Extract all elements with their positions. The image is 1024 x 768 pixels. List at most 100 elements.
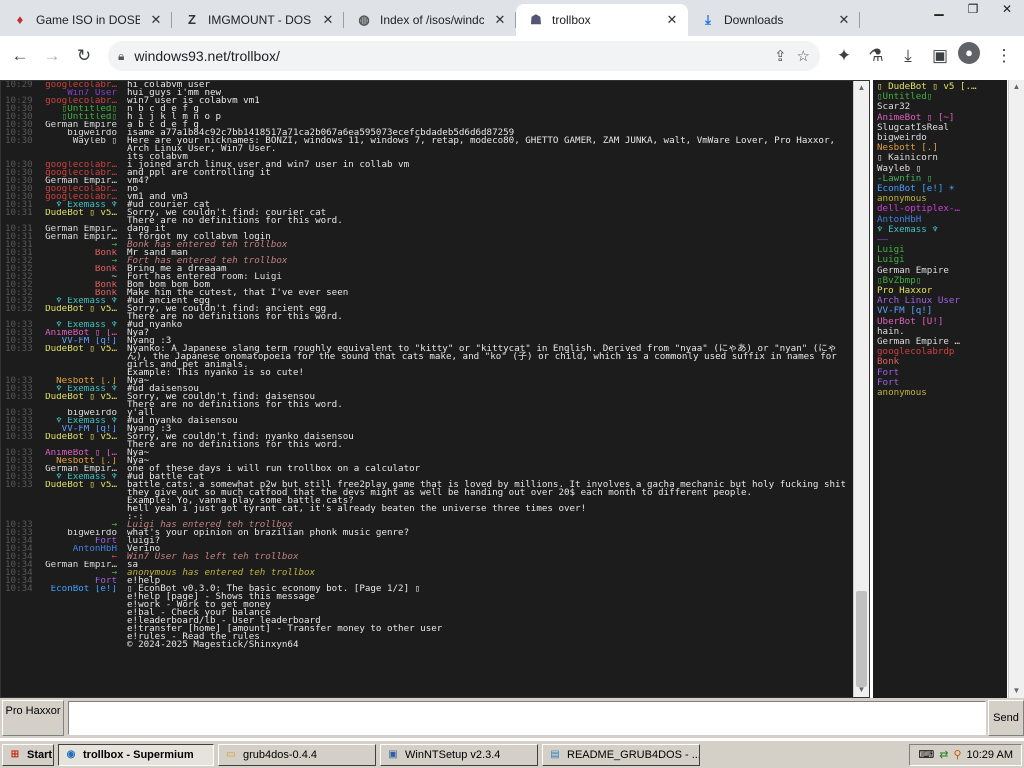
reload-icon[interactable]: ↻ — [70, 42, 98, 70]
message-nick[interactable]: German Empir… — [41, 225, 127, 233]
close-tab-icon[interactable]: ✕ — [664, 12, 680, 28]
message-nick[interactable]: googlecolabr… — [41, 169, 127, 177]
close-tab-icon[interactable]: ✕ — [320, 12, 336, 28]
user-list-item[interactable]: anonymous — [877, 194, 1003, 204]
message-nick[interactable]: AntonHbH — [41, 545, 127, 553]
user-list-item[interactable]: googlecolabrdp — [877, 347, 1003, 357]
menu-kebab-icon[interactable]: ⋮ — [990, 42, 1018, 70]
message-nick[interactable]: → — [41, 257, 127, 265]
close-tab-icon[interactable]: ✕ — [836, 12, 852, 28]
message-nick[interactable]: AnimeBot ▯ [… — [41, 329, 127, 337]
message-nick[interactable] — [41, 505, 127, 513]
message-nick[interactable]: German Empir… — [41, 465, 127, 473]
message-nick[interactable] — [41, 641, 127, 649]
user-list-item[interactable]: bigweirdo — [877, 133, 1003, 143]
message-nick[interactable]: Bonk — [41, 249, 127, 257]
message-nick[interactable]: ♆ Exemass ♆ — [41, 297, 127, 305]
message-nick[interactable]: DudeBot ▯ v5… — [41, 305, 127, 313]
message-nick[interactable] — [41, 441, 127, 449]
message-nick[interactable]: German Empir… — [41, 561, 127, 569]
network-icon[interactable]: ⇄ — [939, 748, 948, 761]
message-nick[interactable]: bigweirdo — [41, 529, 127, 537]
site-info-icon[interactable]: 🔒︎ — [118, 49, 124, 64]
message-nick[interactable]: German Empire — [41, 121, 127, 129]
user-list-item[interactable]: Bonk — [877, 357, 1003, 367]
user-list-item[interactable]: Arch Linux User — [877, 296, 1003, 306]
user-list-item[interactable]: German Empire … — [877, 337, 1003, 347]
message-nick[interactable]: Bonk — [41, 265, 127, 273]
message-nick[interactable]: DudeBot ▯ v5… — [41, 481, 127, 497]
user-list-item[interactable]: dell-optiplex-… — [877, 204, 1003, 214]
message-nick[interactable]: → — [41, 521, 127, 529]
taskbar-item-readme-grub4dos[interactable]: ▤ README_GRUB4DOS - ... — [542, 743, 700, 766]
message-nick[interactable]: bigweirdo — [41, 129, 127, 137]
user-list-item[interactable]: Pro Haxxor — [877, 286, 1003, 296]
taskbar-item-grub4dos-0-4-4[interactable]: ▭ grub4dos-0.4.4 — [218, 743, 376, 766]
start-button[interactable]: ⊞ Start — [2, 743, 54, 766]
user-list-item[interactable]: Nesbott [.] — [877, 143, 1003, 153]
close-tab-icon[interactable]: ✕ — [492, 12, 508, 28]
profile-avatar-icon[interactable]: ● — [958, 42, 986, 70]
back-arrow-icon[interactable]: ← — [6, 42, 34, 70]
user-list-item[interactable]: anonymous — [877, 388, 1003, 398]
message-nick[interactable] — [41, 369, 127, 377]
forward-arrow-icon[interactable]: → — [38, 42, 66, 70]
tab-downloads[interactable]: ⤓ Downloads ✕ — [688, 4, 860, 36]
message-nick[interactable]: Nesbott [.] — [41, 457, 127, 465]
message-nick[interactable]: bigweirdo — [41, 409, 127, 417]
message-nick[interactable]: Wayleb ▯ — [41, 137, 127, 153]
user-list-item[interactable]: EconBot [e!] ☀ — [877, 184, 1003, 194]
user-list-item[interactable]: VV-FM [q!] — [877, 306, 1003, 316]
user-list-item[interactable]: hain. — [877, 327, 1003, 337]
user-list-item[interactable]: Luigi — [877, 255, 1003, 265]
message-nick[interactable]: googlecolabr… — [41, 185, 127, 193]
message-nick[interactable]: German Empir… — [41, 177, 127, 185]
message-nick[interactable]: Win7 User — [41, 89, 127, 97]
user-list-item[interactable]: ▯Untitled▯ — [877, 92, 1003, 102]
keyboard-icon[interactable]: ⌨ — [918, 748, 934, 761]
message-nick[interactable]: Fort — [41, 577, 127, 585]
message-nick[interactable]: DudeBot ▯ v5… — [41, 345, 127, 369]
message-nick[interactable]: ▯Untitled▯ — [41, 113, 127, 121]
taskbar-item-winntsetup-v2-3-4[interactable]: ▣ WinNTSetup v2.3.4 — [380, 743, 538, 766]
user-list-item[interactable]: German Empire — [877, 266, 1003, 276]
side-panel-icon[interactable]: ▣ — [926, 42, 954, 70]
message-nick[interactable]: ~ — [41, 273, 127, 281]
message-nick[interactable]: googlecolabr… — [41, 161, 127, 169]
tab-trollbox[interactable]: ☗ trollbox ✕ — [516, 4, 688, 36]
address-bar[interactable]: 🔒︎ windows93.net/trollbox/ ⇪ ☆ — [108, 41, 820, 71]
message-nick[interactable]: Bonk — [41, 281, 127, 289]
message-nick[interactable]: ♆ Exemass ♆ — [41, 473, 127, 481]
message-nick[interactable] — [41, 617, 127, 625]
message-nick[interactable]: ♆ Exemass ♆ — [41, 417, 127, 425]
message-nick[interactable]: ♆ Exemass ♆ — [41, 321, 127, 329]
url-text[interactable]: windows93.net/trollbox/ — [134, 48, 764, 64]
message-nick[interactable]: → — [41, 241, 127, 249]
user-list-item[interactable]: SlugcatIsReal — [877, 123, 1003, 133]
message-nick[interactable]: ← — [41, 553, 127, 561]
user-list-scrollbar[interactable]: ▲ ▼ — [1008, 80, 1024, 698]
chat-scrollbar[interactable]: ▲ ▼ — [853, 81, 869, 697]
message-nick[interactable]: ♆ Exemass ♆ — [41, 201, 127, 209]
message-nick[interactable]: ♆ Exemass ♆ — [41, 385, 127, 393]
user-list-item[interactable]: Luigi — [877, 245, 1003, 255]
message-nick[interactable]: VV-FM [q!] — [41, 337, 127, 345]
close-window-icon[interactable]: ✕ — [990, 0, 1024, 32]
message-nick[interactable]: AnimeBot ▯ [… — [41, 449, 127, 457]
message-nick[interactable] — [41, 601, 127, 609]
user-list-item[interactable]: Fort — [877, 368, 1003, 378]
user-list-item[interactable]: -Lawnfin ▯ — [877, 174, 1003, 184]
message-nick[interactable]: googlecolabr… — [41, 193, 127, 201]
message-nick[interactable] — [41, 513, 127, 521]
tab-index-of-isos-windc[interactable]: ◍ Index of /isos/windc ✕ — [344, 4, 516, 36]
user-list-item[interactable]: Scar32 — [877, 102, 1003, 112]
message-nick[interactable]: → — [41, 569, 127, 577]
user-scroll-down-arrow-icon[interactable]: ▼ — [1009, 684, 1024, 698]
nickname-button[interactable]: Pro Haxxor — [2, 700, 64, 736]
user-list-item[interactable]: AntonHbH — [877, 215, 1003, 225]
message-nick[interactable] — [41, 153, 127, 161]
user-list-item[interactable]: ▯ DudeBot ▯ v5 [.… — [877, 82, 1003, 92]
user-list-item[interactable]: Wayleb ▯ — [877, 164, 1003, 174]
bookmark-star-icon[interactable]: ☆ — [797, 47, 810, 65]
message-nick[interactable] — [41, 217, 127, 225]
